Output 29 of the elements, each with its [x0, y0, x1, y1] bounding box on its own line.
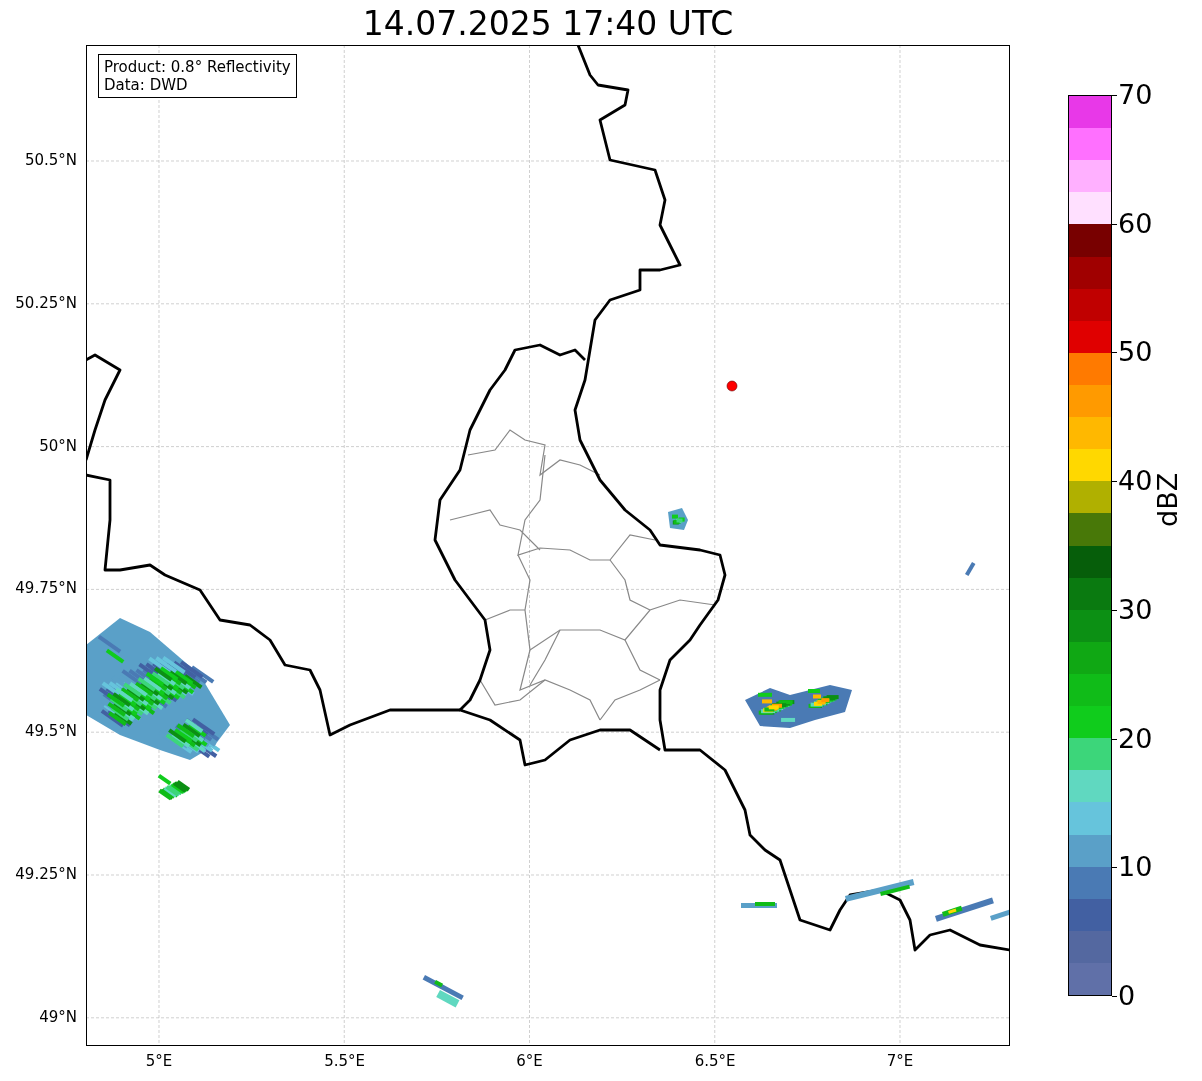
latitude-label: 49.75°N	[15, 579, 77, 598]
radar-echo	[741, 902, 777, 908]
station-marker	[726, 380, 738, 392]
colorbar-tick-label: 0	[1118, 981, 1136, 1011]
colorbar-tick-label: 60	[1118, 208, 1153, 239]
radar-echo	[422, 975, 464, 1008]
colorbar-tick-label: 30	[1118, 594, 1153, 625]
latitude-label: 50°N	[39, 436, 77, 455]
longitude-label: 5.5°E	[324, 1052, 365, 1070]
longitude-label: 5°E	[144, 1052, 174, 1070]
longitude-label: 6°E	[515, 1052, 544, 1070]
info-text: Data: DWD	[104, 76, 189, 94]
colorbar-tick-label: 40	[1118, 466, 1153, 497]
chart-title: 14.07.2025 17:40 UTC	[361, 3, 735, 45]
latitude-label: 50.5°N	[24, 151, 77, 169]
info-text: Product: 0.8° Reflectivity	[104, 58, 291, 76]
radar-echo	[668, 508, 688, 530]
latitude-label: 49°N	[39, 1007, 77, 1026]
colorbar-tick-label: 20	[1118, 723, 1153, 754]
colorbar-tick-label: 10	[1118, 852, 1153, 883]
longitude-label: 6.5°E	[694, 1052, 735, 1070]
latitude-label: 50.25°N	[15, 293, 77, 312]
colorbar-tick-label: 70	[1118, 80, 1153, 110]
latitude-label: 49.25°N	[15, 865, 77, 883]
radar-echo	[965, 562, 976, 577]
latitude-label: 49.5°N	[24, 722, 77, 741]
colorbar-label: dBZ	[1152, 473, 1183, 528]
colorbar-tick-label: 50	[1118, 337, 1153, 368]
longitude-label: 7°E	[885, 1052, 915, 1070]
